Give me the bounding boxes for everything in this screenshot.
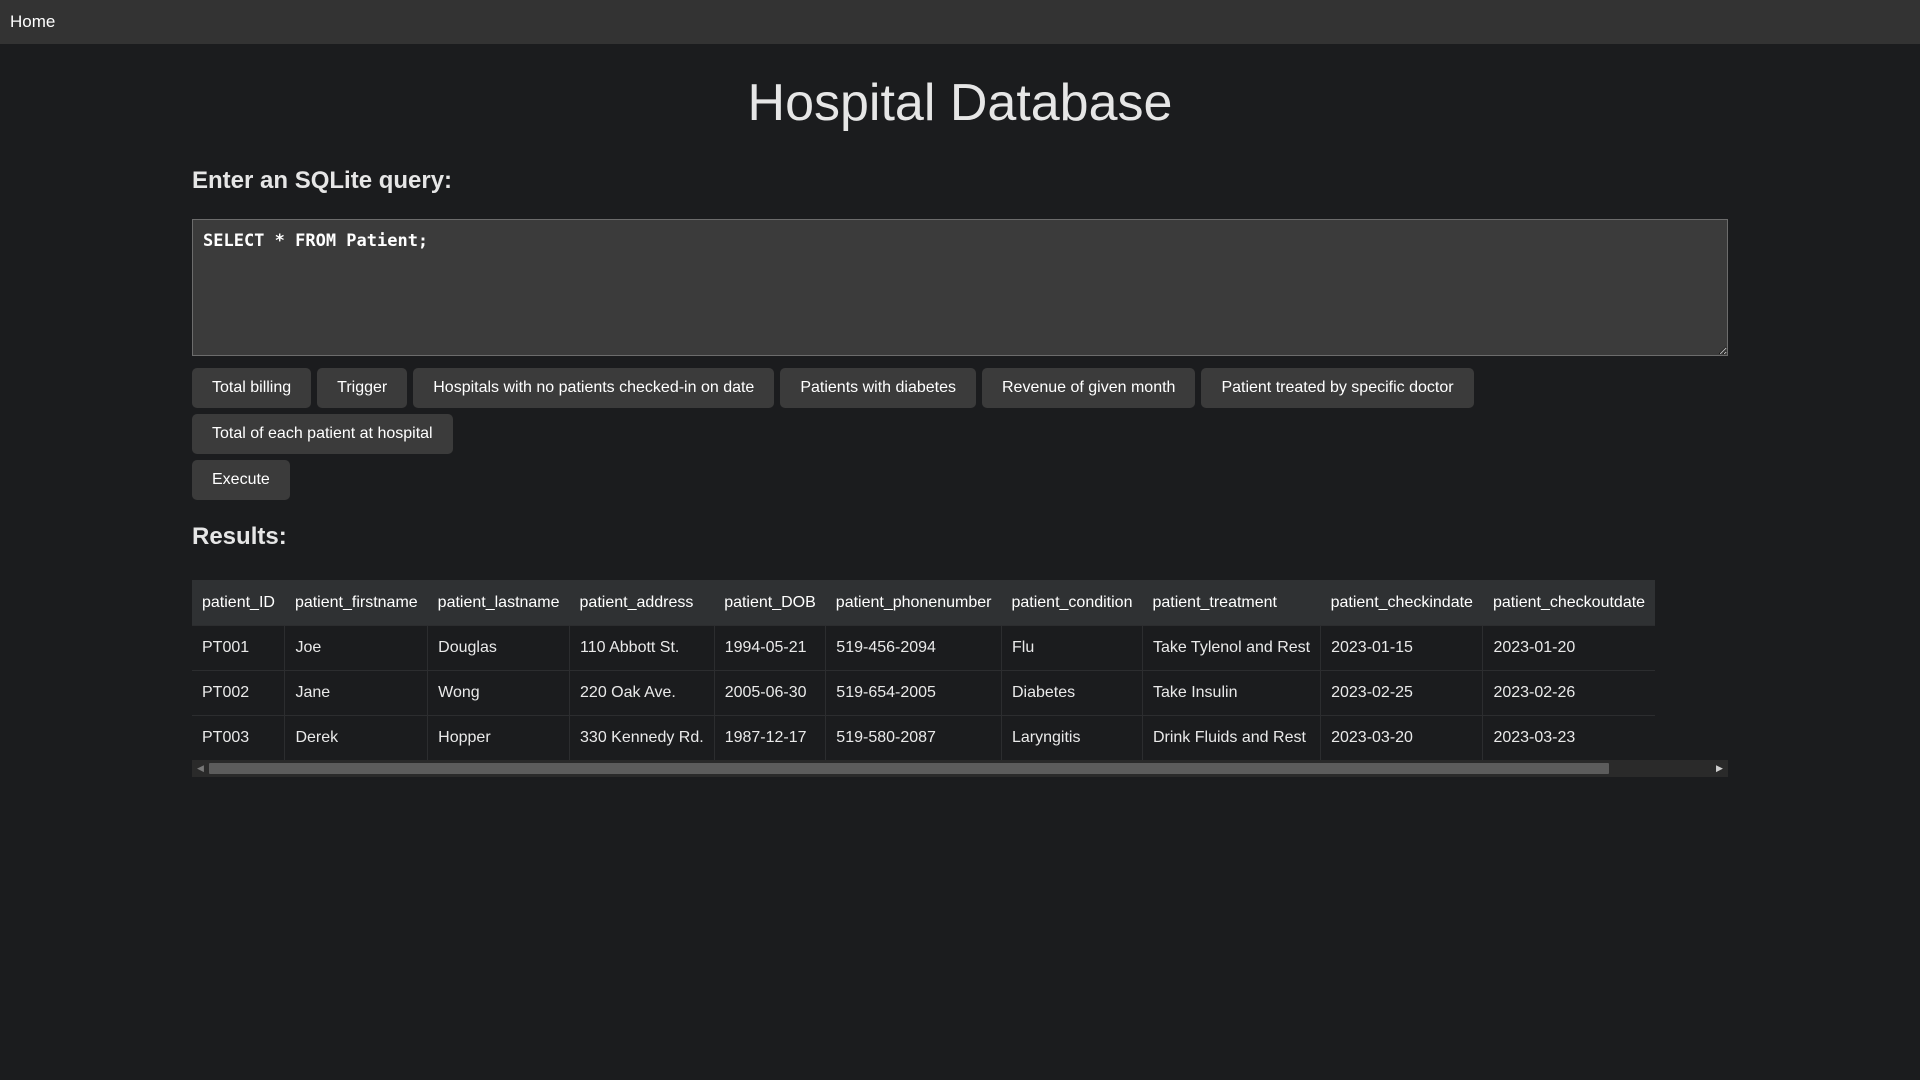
column-header: patient_ID [202,593,275,611]
table-cell: Wong [427,670,571,716]
patient-by-doctor-button[interactable]: Patient treated by specific doctor [1201,368,1474,408]
query-label: Enter an SQLite query: [192,167,453,194]
page-title: Hospital Database [747,74,1173,132]
scroll-left-arrow-icon[interactable]: ◀ [192,760,209,777]
horizontal-scrollbar[interactable]: ◀ ▶ [192,760,1728,777]
trigger-button[interactable]: Trigger [317,368,408,408]
table-cell: 2023-02-26 [1482,670,1656,716]
column-header: patient_lastname [437,593,560,611]
preset-button-row-1: Total billing Trigger Hospitals with no … [192,368,1728,408]
column-header: patient_treatment [1152,593,1277,611]
results-label: Results: [192,523,287,550]
hospitals-no-patients-button[interactable]: Hospitals with no patients checked-in on… [413,368,775,408]
table-cell: 2023-01-15 [1320,625,1484,671]
table-cell: 220 Oak Ave. [569,670,715,716]
main-container: Hospital Database Enter an SQLite query:… [192,44,1728,777]
table-header-row: patient_ID patient_firstname patient_las… [192,580,1656,626]
table-cell: Douglas [427,625,571,671]
column-header: patient_address [579,593,694,611]
table-cell: 330 Kennedy Rd. [569,715,715,760]
table-cell: PT001 [192,625,286,671]
table-cell: 519-580-2087 [825,715,1002,760]
scroll-right-arrow-icon[interactable]: ▶ [1711,760,1728,777]
results-table-container: patient_ID patient_firstname patient_las… [192,580,1728,760]
navbar: Home [0,0,1920,44]
column-header: patient_firstname [294,593,418,611]
preset-button-row-2: Total of each patient at hospital [192,414,1728,454]
scrollbar-thumb[interactable] [209,763,1609,774]
table-cell: 2005-06-30 [714,670,827,716]
table-cell: Take Insulin [1142,670,1322,716]
column-header: patient_DOB [724,593,816,611]
column-header: patient_phonenumber [835,593,992,611]
total-billing-button[interactable]: Total billing [192,368,312,408]
table-cell: PT003 [192,715,286,760]
table-cell: 2023-03-20 [1320,715,1484,760]
results-table: patient_ID patient_firstname patient_las… [192,580,1656,760]
revenue-given-month-button[interactable]: Revenue of given month [981,368,1196,408]
table-row: PT003 Derek Hopper 330 Kennedy Rd. 1987-… [192,715,1656,760]
execute-button[interactable]: Execute [192,460,290,500]
table-cell: 2023-01-20 [1482,625,1656,671]
table-cell: 110 Abbott St. [569,625,715,671]
table-cell: Diabetes [1001,670,1143,716]
table-cell: 519-654-2005 [825,670,1002,716]
execute-row: Execute [192,460,1728,500]
table-cell: 1994-05-21 [714,625,827,671]
table-cell: Laryngitis [1001,715,1143,760]
total-each-patient-button[interactable]: Total of each patient at hospital [192,414,453,454]
table-cell: Hopper [427,715,571,760]
column-header: patient_checkoutdate [1492,593,1646,611]
table-cell: PT002 [192,670,286,716]
table-cell: Derek [284,715,429,760]
nav-home-link[interactable]: Home [10,12,55,32]
column-header: patient_checkindate [1330,593,1473,611]
table-cell: Flu [1001,625,1143,671]
table-cell: Drink Fluids and Rest [1142,715,1322,760]
query-input[interactable] [192,219,1728,356]
table-row: PT002 Jane Wong 220 Oak Ave. 2005-06-30 … [192,670,1656,716]
table-row: PT001 Joe Douglas 110 Abbott St. 1994-05… [192,625,1656,671]
table-cell: Joe [284,625,429,671]
patients-with-diabetes-button[interactable]: Patients with diabetes [780,368,976,408]
table-cell: Jane [284,670,429,716]
table-cell: 2023-02-25 [1320,670,1484,716]
table-cell: Take Tylenol and Rest [1142,625,1322,671]
table-cell: 519-456-2094 [825,625,1002,671]
table-cell: 2023-03-23 [1482,715,1656,760]
column-header: patient_condition [1011,593,1133,611]
table-cell: 1987-12-17 [714,715,827,760]
